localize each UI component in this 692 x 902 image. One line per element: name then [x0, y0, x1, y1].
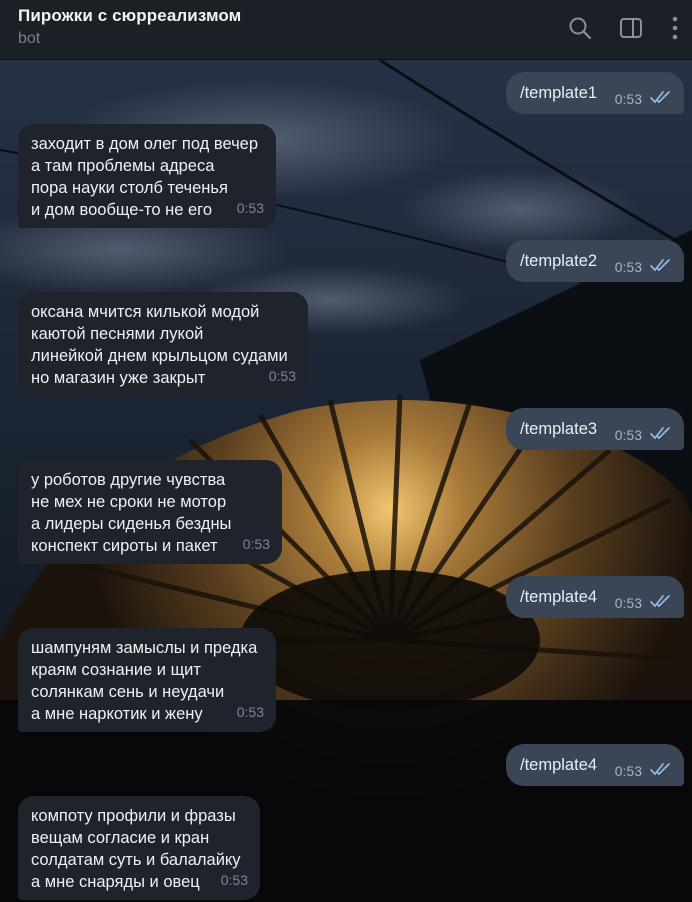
message-line: каютой песнями лукой: [31, 325, 204, 343]
read-checkmarks-icon: [650, 258, 674, 272]
message-text: /template2: [520, 252, 598, 270]
message-line: солянкам сень и неудачи: [31, 683, 225, 701]
message-line: солдатам суть и балалайку: [31, 851, 241, 869]
message-time: 0:53: [614, 763, 642, 779]
message-line: но магазин уже закрыт: [31, 369, 206, 387]
message-list[interactable]: /template1 0:53 заходит в дом олег под в…: [0, 60, 692, 902]
message-time: 0:53: [268, 368, 296, 384]
message-line: оксана мчится килькой модой: [31, 303, 260, 321]
message-time: 0:53: [614, 595, 642, 611]
message-line: шампуням замыслы и предка: [31, 639, 258, 657]
message-time: 0:53: [220, 872, 248, 888]
incoming-message[interactable]: оксана мчится килькой модой каютой песня…: [18, 292, 308, 396]
read-checkmarks-icon: [650, 90, 674, 104]
chat-title[interactable]: Пирожки с сюрреализмом: [18, 6, 241, 26]
message-line: а мне снаряды и овец: [31, 873, 200, 891]
message-line: и дом вообще-то не его: [31, 201, 212, 219]
sidebar-toggle-icon[interactable]: [618, 15, 644, 41]
read-checkmarks-icon: [650, 762, 674, 776]
chat-header: Пирожки с сюрреализмом bot: [0, 0, 692, 60]
outgoing-message[interactable]: /template4 0:53: [506, 744, 684, 786]
message-time: 0:53: [614, 427, 642, 443]
message-line: не мех не сроки не мотор: [31, 493, 227, 511]
message-text: /template3: [520, 420, 598, 438]
message-line: а там проблемы адреса: [31, 157, 215, 175]
message-time: 0:53: [614, 259, 642, 275]
incoming-message[interactable]: компоту профили и фразы вещам согласие и…: [18, 796, 260, 900]
message-line: у роботов другие чувства: [31, 471, 226, 489]
outgoing-message[interactable]: /template3 0:53: [506, 408, 684, 450]
read-checkmarks-icon: [650, 594, 674, 608]
message-text: /template1: [520, 84, 598, 102]
outgoing-message[interactable]: /template1 0:53: [506, 72, 684, 114]
message-time: 0:53: [236, 200, 264, 216]
incoming-message[interactable]: у роботов другие чувства не мех не сроки…: [18, 460, 282, 564]
chat-subtitle: bot: [18, 30, 41, 47]
message-line: а мне наркотик и жену: [31, 705, 203, 723]
outgoing-message[interactable]: /template4 0:53: [506, 576, 684, 618]
more-vertical-icon[interactable]: [662, 15, 688, 41]
message-line: вещам согласие и кран: [31, 829, 210, 847]
message-line: краям сознание и щит: [31, 661, 201, 679]
message-line: конспект сироты и пакет: [31, 537, 218, 555]
message-text: /template4: [520, 756, 598, 774]
message-line: заходит в дом олег под вечер: [31, 135, 259, 153]
message-line: компоту профили и фразы: [31, 807, 236, 825]
incoming-message[interactable]: заходит в дом олег под вечер а там пробл…: [18, 124, 276, 228]
outgoing-message[interactable]: /template2 0:53: [506, 240, 684, 282]
read-checkmarks-icon: [650, 426, 674, 440]
message-line: пора науки столб теченья: [31, 179, 228, 197]
message-time: 0:53: [236, 704, 264, 720]
message-line: линейкой днем крыльцом судами: [31, 347, 288, 365]
message-text: /template4: [520, 588, 598, 606]
search-icon[interactable]: [567, 15, 593, 41]
message-line: а лидеры сиденья бездны: [31, 515, 232, 533]
message-time: 0:53: [242, 536, 270, 552]
message-time: 0:53: [614, 91, 642, 107]
incoming-message[interactable]: шампуням замыслы и предка краям сознание…: [18, 628, 276, 732]
